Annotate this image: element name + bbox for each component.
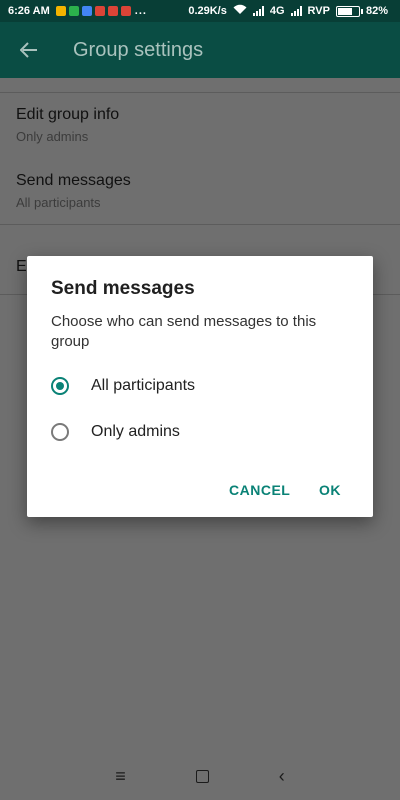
cancel-button[interactable]: CANCEL — [229, 482, 290, 498]
send-messages-dialog: Send messages Choose who can send messag… — [27, 256, 373, 517]
notification-icons — [55, 6, 131, 16]
status-time: 6:26 AM — [8, 5, 50, 17]
status-right: 0.29K/s 4G RVP 82% — [188, 0, 388, 22]
radio-unchecked-icon[interactable] — [51, 423, 69, 441]
notification-icon — [55, 6, 66, 16]
signal-icon — [252, 6, 264, 16]
dialog-title: Send messages — [51, 278, 195, 299]
option-only-admins[interactable]: Only admins — [51, 423, 180, 441]
arrow-back-icon[interactable] — [0, 22, 58, 78]
divider — [0, 92, 400, 93]
status-bar: 6:26 AM ... 0.29K/s 4G RVP 82% — [0, 0, 400, 22]
notification-icon — [107, 6, 118, 16]
page-title: Group settings — [73, 38, 204, 61]
notification-icon — [94, 6, 105, 16]
setting-secondary-label: Only admins — [16, 129, 89, 144]
setting-edit-group-info[interactable]: Edit group info Only admins — [16, 106, 384, 144]
carrier-label: RVP — [307, 5, 330, 17]
option-all-participants[interactable]: All participants — [51, 377, 195, 395]
option-label: All participants — [91, 377, 196, 394]
divider — [0, 224, 400, 225]
menu-icon[interactable]: ≡ — [115, 766, 126, 787]
dialog-message: Choose who can send messages to this gro… — [51, 313, 317, 350]
setting-send-messages[interactable]: Send messages All participants — [16, 172, 384, 210]
battery-percent: 82% — [365, 5, 388, 17]
option-label: Only admins — [91, 423, 180, 440]
setting-primary-label: Edit group info — [16, 106, 120, 123]
setting-secondary-label: All participants — [16, 195, 101, 210]
system-nav-bar: ≡ ‹ — [0, 752, 400, 800]
back-chevron-icon[interactable]: ‹ — [279, 766, 285, 787]
notification-icon — [68, 6, 79, 16]
network-type: 4G — [269, 5, 285, 17]
notification-icon — [120, 6, 131, 16]
home-square-icon[interactable] — [195, 769, 209, 783]
more-notifications: ... — [134, 5, 147, 17]
battery-icon — [335, 5, 363, 17]
notification-icon — [81, 6, 92, 16]
net-speed: 0.29K/s — [188, 5, 227, 17]
setting-primary-label: Send messages — [16, 172, 131, 189]
signal-icon-2 — [290, 6, 302, 16]
app-bar: Group settings — [0, 22, 400, 78]
wifi-icon — [233, 4, 247, 18]
radio-checked-icon[interactable] — [51, 377, 69, 395]
ok-button[interactable]: OK — [319, 482, 341, 498]
